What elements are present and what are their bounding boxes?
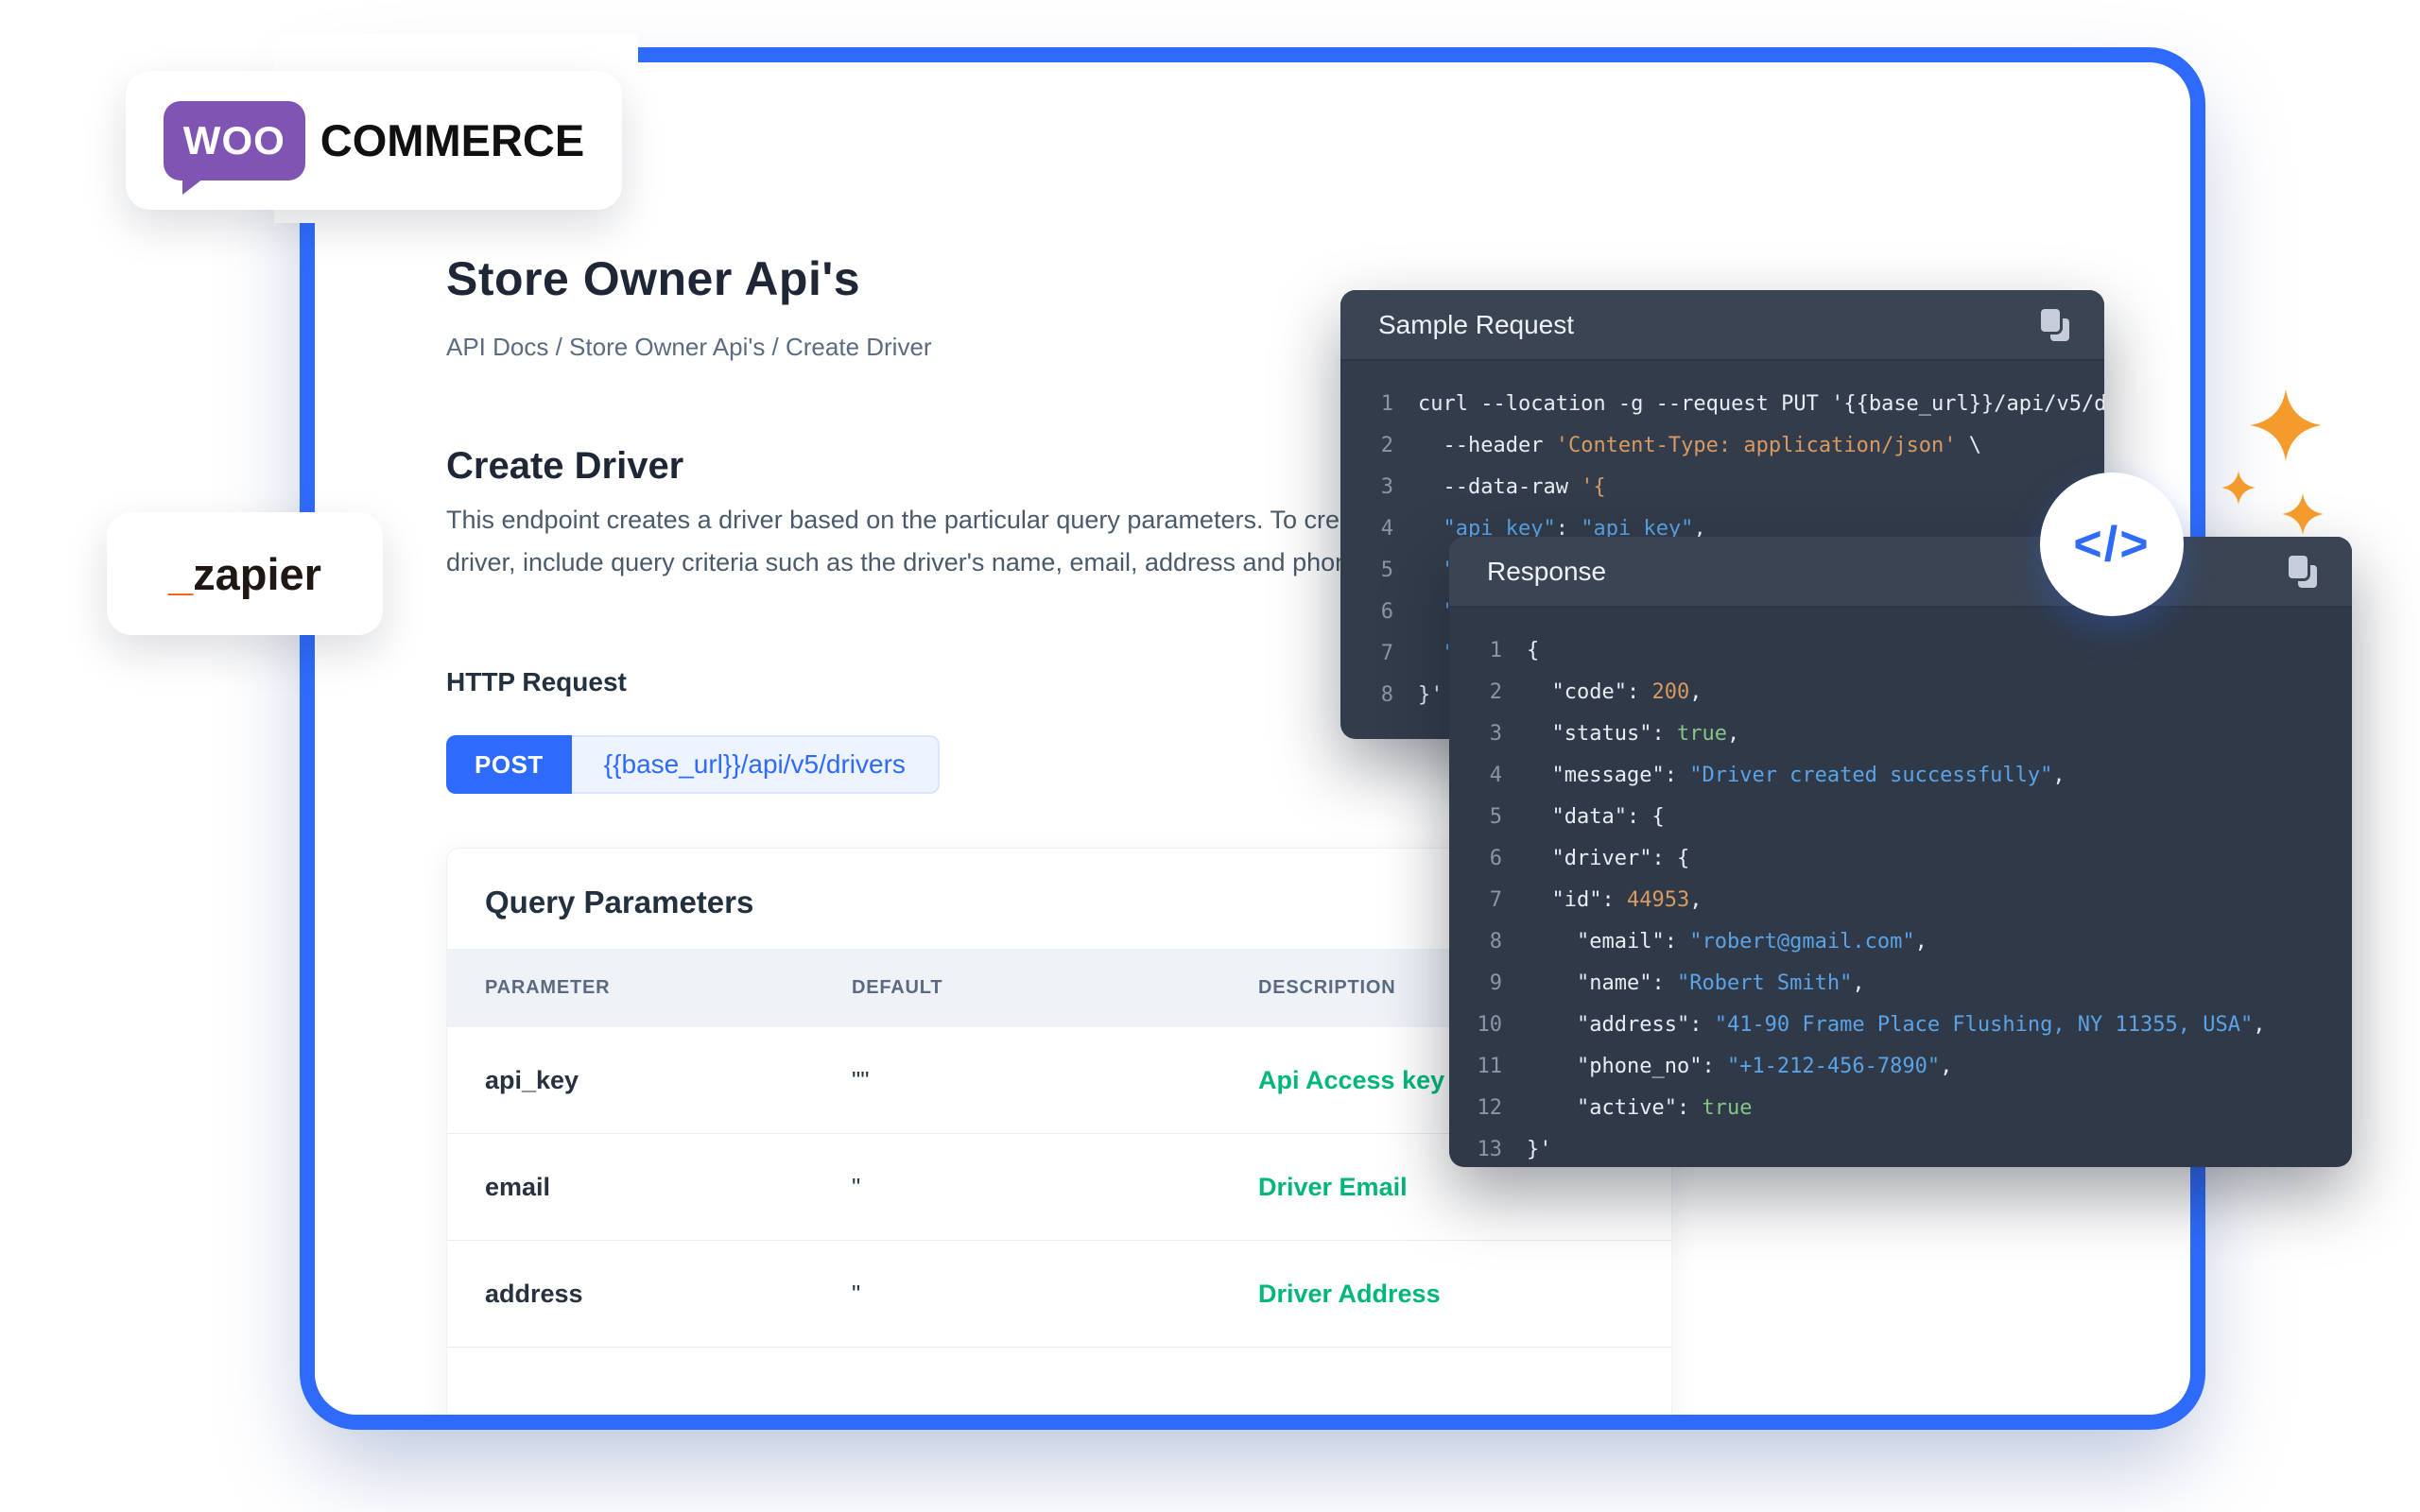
line-number: 10	[1449, 1005, 1502, 1046]
line-number: 4	[1340, 508, 1393, 550]
copy-icon[interactable]	[2036, 306, 2074, 344]
line-number: 8	[1449, 921, 1502, 963]
line-number: 11	[1449, 1046, 1502, 1088]
line-number: 6	[1449, 838, 1502, 880]
woocommerce-logo: WOO COMMERCE	[126, 71, 622, 210]
code-line: 1curl --location -g --request PUT '{{bas…	[1340, 384, 2104, 425]
sparkle-icon	[2282, 493, 2324, 535]
line-number: 12	[1449, 1088, 1502, 1129]
cell-parameter: address	[447, 1280, 852, 1309]
zapier-logo: _zapier	[107, 512, 383, 635]
line-number: 1	[1340, 384, 1393, 425]
line-number: 8	[1340, 675, 1393, 716]
line-number: 3	[1340, 467, 1393, 508]
code-line: 7 "id": 44953,	[1449, 880, 2352, 921]
code-line: 10 "address": "41-90 Frame Place Flushin…	[1449, 1005, 2352, 1046]
breadcrumb[interactable]: API Docs / Store Owner Api's / Create Dr…	[446, 333, 932, 362]
section-title: Create Driver	[446, 445, 683, 488]
page-title: Store Owner Api's	[446, 251, 860, 306]
line-number: 7	[1340, 633, 1393, 675]
table-row: address"Driver Address	[447, 1241, 1671, 1348]
code-line: 6 "driver": {	[1449, 838, 2352, 880]
line-number: 6	[1340, 592, 1393, 633]
column-header-parameter: PARAMETER	[447, 977, 852, 999]
line-number: 2	[1449, 672, 1502, 713]
code-line: 3 "status": true,	[1449, 713, 2352, 755]
woocommerce-bubble-text: WOO	[183, 118, 285, 163]
sparkle-icon	[2250, 389, 2322, 461]
code-line: 8 "email": "robert@gmail.com",	[1449, 921, 2352, 963]
code-icon: </>	[2040, 472, 2184, 616]
code-glyph: </>	[2073, 516, 2150, 573]
response-title: Response	[1487, 557, 1606, 587]
copy-icon[interactable]	[2284, 553, 2322, 591]
cell-description: Driver Email	[1258, 1173, 1671, 1202]
response-code: 1{2 "code": 200,3 "status": true,4 "mess…	[1449, 608, 2352, 1167]
code-line: 2 "code": 200,	[1449, 672, 2352, 713]
woocommerce-bubble-icon: WOO	[164, 101, 305, 180]
cell-parameter: api_key	[447, 1066, 852, 1095]
line-number: 5	[1449, 797, 1502, 838]
code-line: 2 --header 'Content-Type: application/js…	[1340, 425, 2104, 467]
code-line: 1{	[1449, 630, 2352, 672]
line-number: 4	[1449, 755, 1502, 797]
line-number: 7	[1449, 880, 1502, 921]
line-number: 5	[1340, 550, 1393, 592]
sparkle-icon	[2221, 471, 2256, 505]
sample-request-header: Sample Request	[1340, 290, 2104, 361]
woocommerce-wordmark: COMMERCE	[320, 114, 584, 166]
http-method-badge: POST	[446, 735, 572, 794]
code-line: 12 "active": true	[1449, 1088, 2352, 1129]
copy-glyph	[2289, 556, 2317, 588]
code-line: 13}'	[1449, 1129, 2352, 1167]
cell-default: "	[852, 1280, 1258, 1309]
sample-request-title: Sample Request	[1378, 310, 1574, 340]
copy-glyph	[2041, 309, 2069, 341]
zapier-wordmark: zapier	[193, 548, 321, 600]
code-line: 11 "phone_no": "+1-212-456-7890",	[1449, 1046, 2352, 1088]
cell-default: ""	[852, 1066, 1258, 1095]
endpoint-url: {{base_url}}/api/v5/drivers	[572, 735, 940, 794]
response-header: Response	[1449, 537, 2352, 608]
line-number: 1	[1449, 630, 1502, 672]
endpoint-row: POST {{base_url}}/api/v5/drivers	[446, 735, 940, 794]
line-number: 2	[1340, 425, 1393, 467]
zapier-underscore: _	[168, 548, 193, 600]
http-request-label: HTTP Request	[446, 667, 627, 697]
cell-parameter: email	[447, 1173, 852, 1202]
code-line: 9 "name": "Robert Smith",	[1449, 963, 2352, 1005]
cell-default: "	[852, 1173, 1258, 1202]
cell-description: Driver Address	[1258, 1280, 1671, 1309]
line-number: 9	[1449, 963, 1502, 1005]
response-panel: Response 1{2 "code": 200,3 "status": tru…	[1449, 537, 2352, 1167]
code-line: 4 "message": "Driver created successfull…	[1449, 755, 2352, 797]
code-line: 3 --data-raw '{	[1340, 467, 2104, 508]
column-header-default: DEFAULT	[852, 977, 1258, 999]
page: Store Owner Api's API Docs / Store Owner…	[0, 0, 2420, 1512]
line-number: 3	[1449, 713, 1502, 755]
line-number: 13	[1449, 1129, 1502, 1167]
code-line: 5 "data": {	[1449, 797, 2352, 838]
